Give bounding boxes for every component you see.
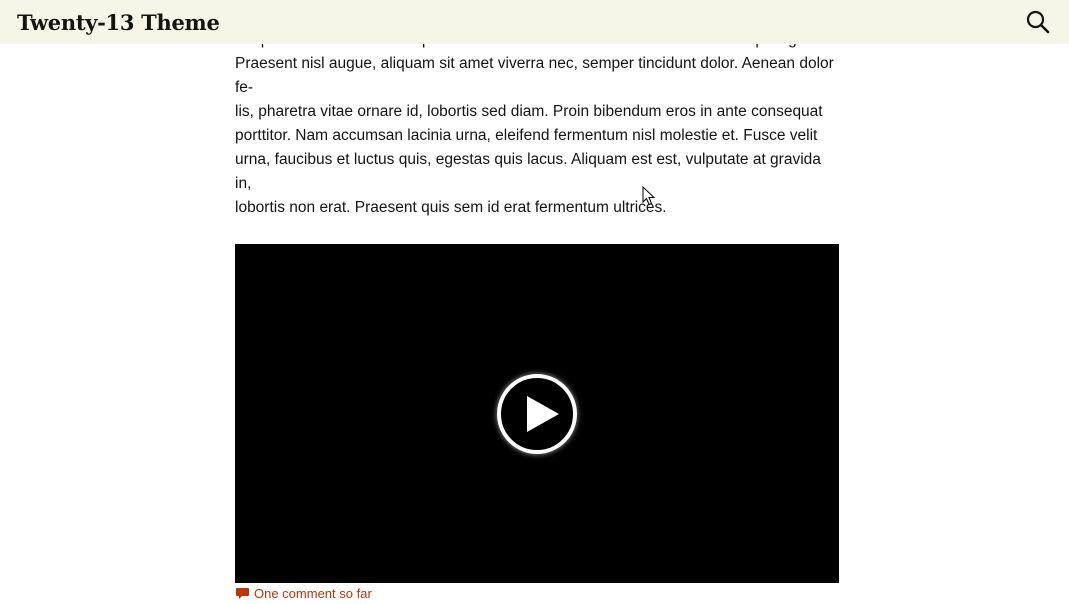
- comment-icon: [236, 587, 249, 599]
- entry-body-text: tesque habitant morbi tristique senectus…: [235, 31, 838, 216]
- play-button[interactable]: [497, 374, 577, 454]
- search-icon: [1026, 10, 1050, 34]
- comments-link-label: One comment so far: [254, 586, 372, 601]
- site-header: Twenty-13 Theme: [0, 0, 1069, 44]
- comments-link[interactable]: One comment so far: [236, 586, 372, 601]
- mouse-cursor-icon: [642, 185, 656, 211]
- search-button[interactable]: [1025, 9, 1051, 35]
- video-player[interactable]: [235, 244, 839, 583]
- site-title[interactable]: Twenty-13 Theme: [17, 10, 220, 35]
- play-icon: [527, 396, 559, 432]
